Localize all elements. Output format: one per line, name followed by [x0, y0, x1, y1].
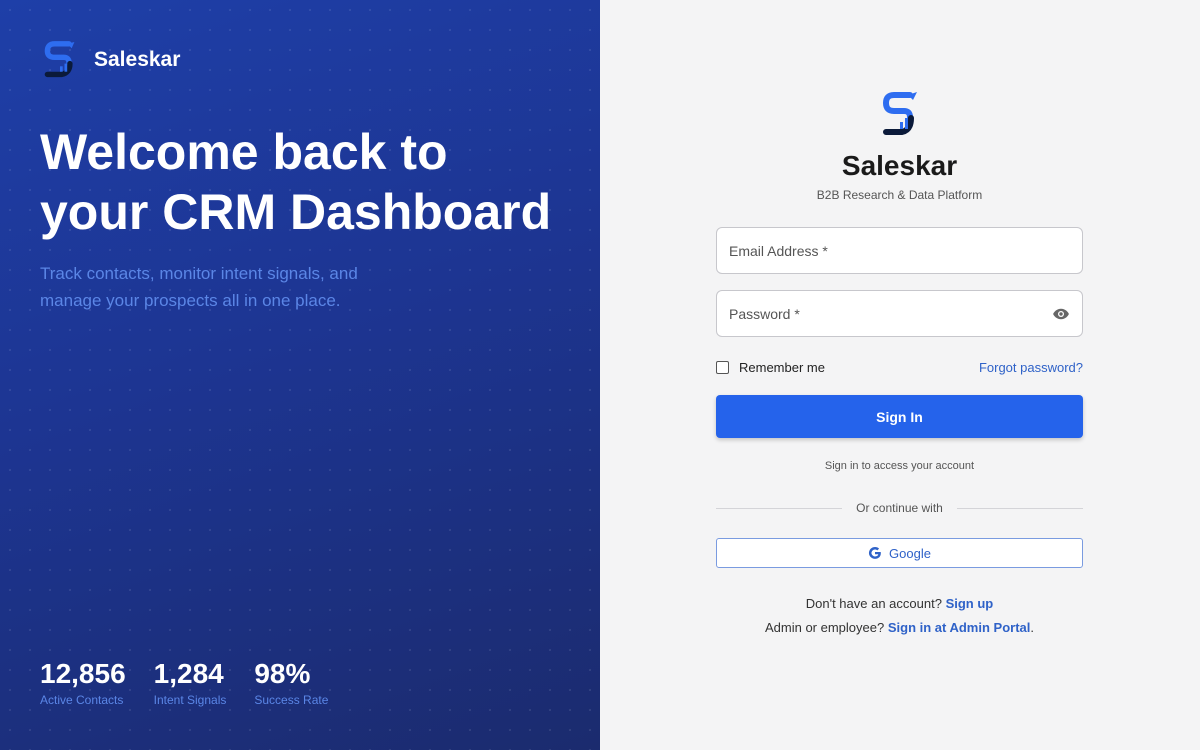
brand-header: Saleskar	[42, 40, 180, 80]
signup-prefix: Don't have an account?	[805, 596, 942, 611]
divider-line	[716, 507, 843, 509]
hero-headline-line1: Welcome back to	[40, 124, 448, 180]
login-panel: Saleskar B2B Research & Data Platform Em…	[600, 0, 1200, 750]
password-field[interactable]: Password *	[716, 290, 1083, 337]
email-label: Email Address *	[729, 242, 828, 259]
stat-value: 1,284	[153, 658, 224, 689]
divider-text: Or continue with	[856, 501, 943, 515]
admin-portal-link[interactable]: Sign in at Admin Portal	[888, 620, 1031, 635]
divider-line	[956, 507, 1083, 509]
admin-suffix: .	[1030, 620, 1034, 635]
stats-row: 12,856 Active Contacts 1,284 Intent Sign…	[40, 656, 328, 707]
stat-success-rate: 98% Success Rate	[254, 656, 328, 707]
hero-panel: Saleskar Welcome back to your CRM Dashbo…	[0, 0, 600, 750]
sign-up-link[interactable]: Sign up	[946, 596, 994, 611]
google-icon	[868, 547, 881, 559]
sign-in-hint: Sign in to access your account	[824, 460, 975, 472]
stat-label: Active Contacts	[40, 693, 124, 707]
saleskar-logo-icon	[882, 92, 917, 135]
saleskar-logo-icon	[44, 41, 75, 78]
sign-in-button[interactable]: Sign In	[716, 395, 1083, 438]
forgot-password-link[interactable]: Forgot password?	[979, 360, 1083, 375]
remember-row: Remember me Forgot password?	[716, 360, 1083, 375]
brand-name: Saleskar	[94, 48, 181, 71]
google-label: Google	[889, 545, 931, 561]
hero-subtext: Track contacts, monitor intent signals, …	[40, 264, 358, 310]
form-subtitle: B2B Research & Data Platform	[816, 188, 983, 202]
admin-prompt: Admin or employee? Sign in at Admin Port…	[716, 620, 1083, 635]
signup-prompt: Don't have an account? Sign up	[716, 596, 1083, 611]
hero-headline-line2: your CRM Dashboard	[40, 184, 552, 240]
eye-icon[interactable]	[1052, 305, 1070, 323]
divider: Or continue with	[716, 501, 1083, 515]
google-signin-button[interactable]: Google	[716, 538, 1083, 568]
hero-headline: Welcome back to your CRM Dashboard	[40, 122, 580, 242]
logo-wrap	[716, 90, 1083, 138]
remember-checkbox[interactable]	[716, 361, 729, 374]
admin-prefix: Admin or employee?	[764, 620, 885, 635]
stat-value: 12,856	[40, 658, 126, 689]
stat-intent-signals: 1,284 Intent Signals	[154, 656, 227, 707]
password-label: Password *	[729, 305, 800, 322]
stat-label: Success Rate	[254, 693, 329, 707]
remember-label: Remember me	[739, 360, 825, 375]
login-card: Saleskar B2B Research & Data Platform Em…	[716, 90, 1083, 635]
stat-label: Intent Signals	[153, 693, 227, 707]
email-field[interactable]: Email Address *	[716, 227, 1083, 274]
stat-active-contacts: 12,856 Active Contacts	[40, 656, 126, 707]
form-title: Saleskar	[841, 150, 958, 181]
stat-value: 98%	[254, 658, 311, 689]
remember-me[interactable]: Remember me	[716, 360, 825, 375]
